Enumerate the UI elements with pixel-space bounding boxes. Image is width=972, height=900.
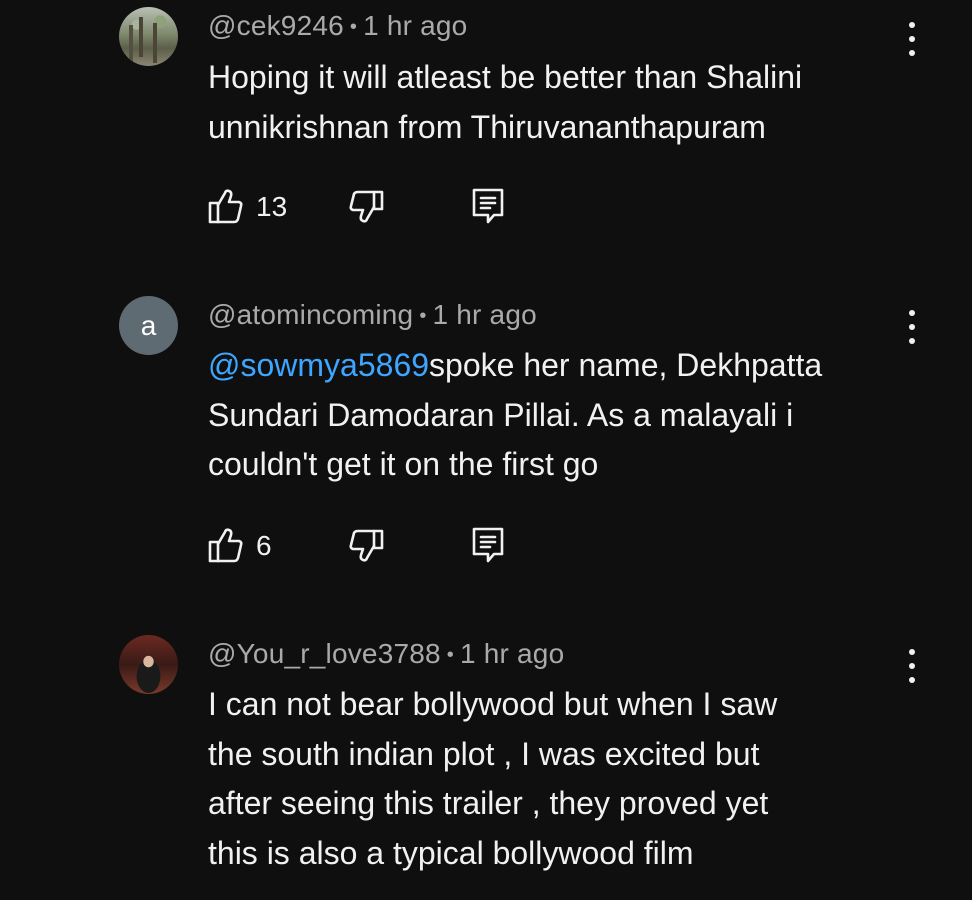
author-name[interactable]: @cek9246 <box>208 10 344 41</box>
comment-actions: 13 <box>208 187 528 227</box>
comment-actions: 6 <box>208 526 528 566</box>
meta-separator: • <box>419 305 427 328</box>
like-button[interactable] <box>208 526 248 566</box>
comment-line: this is also a typical bollywood film <box>208 834 694 871</box>
thumb-up-icon <box>208 528 243 563</box>
like-button[interactable] <box>208 187 248 227</box>
comment-line: the south indian plot , I was excited bu… <box>208 735 760 772</box>
comment-meta: @atomincoming • 1 hr ago <box>208 299 537 331</box>
avatar[interactable]: a <box>119 296 178 355</box>
comment-text: @sowmya5869spoke her name, Dekhpatta Sun… <box>208 341 908 490</box>
comment-line: Hoping it will atleast be better than Sh… <box>208 59 803 95</box>
comment-text: Hoping it will atleast be better than Sh… <box>208 53 908 152</box>
comment-time[interactable]: 1 hr ago <box>433 299 537 330</box>
author-name[interactable]: @You_r_love3788 <box>208 638 441 669</box>
dislike-button[interactable] <box>348 187 388 227</box>
reply-comment-icon <box>472 527 504 563</box>
comment-time[interactable]: 1 hr ago <box>460 638 564 669</box>
comment-line: couldn't get it on the first go <box>208 446 599 482</box>
like-count: 13 <box>256 191 288 222</box>
avatar[interactable] <box>119 7 178 66</box>
comment-line-rest: spoke her name, Dekhpatta <box>429 347 823 383</box>
comment-line: unnikrishnan from Thiruvananthapuram <box>208 108 766 145</box>
dislike-button[interactable] <box>348 526 388 566</box>
like-count: 6 <box>256 530 272 561</box>
more-vert-icon[interactable] <box>900 649 924 683</box>
reply-comment-icon <box>472 188 504 224</box>
comment-line: after seeing this trailer , they proved … <box>208 785 769 821</box>
meta-separator: • <box>349 16 358 39</box>
comment-line: @sowmya5869spoke her name, Dekhpatta <box>208 341 908 391</box>
reply-button[interactable] <box>470 526 510 566</box>
comment-text: I can not bear bollywood but when I saw … <box>208 680 908 878</box>
thumb-down-icon <box>349 190 384 223</box>
author-name[interactable]: @atomincoming <box>208 299 413 330</box>
comment-meta: @You_r_love3788 • 1 hr ago <box>208 638 564 670</box>
comment-time[interactable]: 1 hr ago <box>363 10 467 41</box>
reply-button[interactable] <box>470 187 510 227</box>
thumb-up-icon <box>208 189 243 224</box>
thumb-down-icon <box>349 529 384 562</box>
avatar[interactable] <box>119 635 178 694</box>
more-vert-icon[interactable] <box>900 22 924 56</box>
mention-link[interactable]: @sowmya5869 <box>208 347 429 383</box>
comment-meta: @cek9246 • 1 hr ago <box>208 10 467 42</box>
comment-line: I can not bear bollywood but when I saw <box>208 686 778 722</box>
comment-line: Sundari Damodaran Pillai. As a malayali … <box>208 396 794 433</box>
meta-separator: • <box>446 644 454 667</box>
more-vert-icon[interactable] <box>900 310 924 344</box>
